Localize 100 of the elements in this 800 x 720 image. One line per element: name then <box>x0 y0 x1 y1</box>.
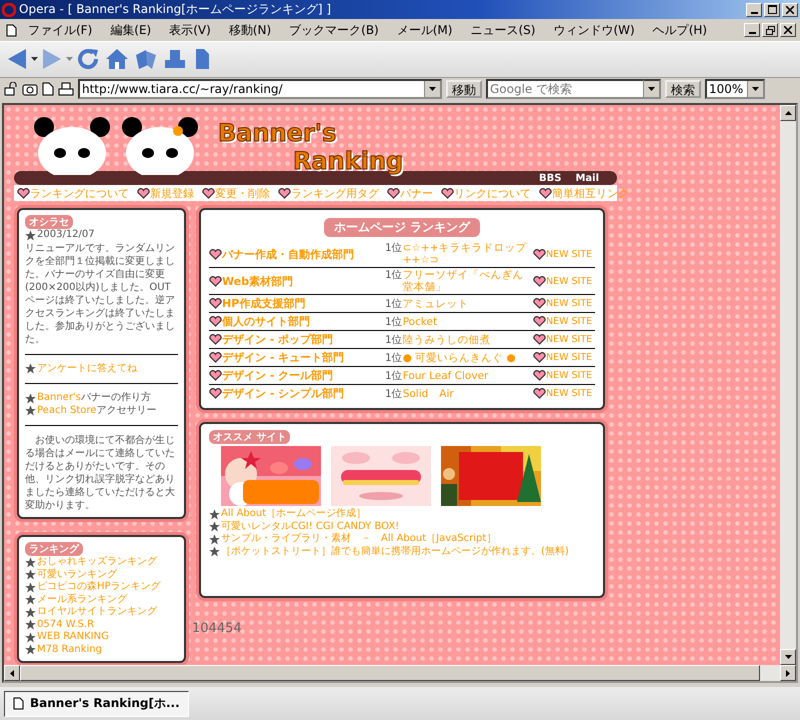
star-icon <box>209 521 220 532</box>
site-link[interactable]: 可愛いレンタルCGI! CGI CANDY BOX! <box>221 520 400 533</box>
notice-text: リニューアルです。ランダムリンクを全部門１位掲載に変更しました。バナーのサイズ自由に変更(200×200以内)しました。OUTページは終了いたしました。逆アクセスランキングは終了いたしました。参加ありがとうございました。 <box>25 242 176 346</box>
ranking-link[interactable]: ピコピコの森HPランキング <box>37 581 161 594</box>
close-button[interactable] <box>782 2 798 17</box>
heart-icon <box>533 370 546 381</box>
site-link[interactable]: ● 可愛いらんきんぐ ● <box>402 352 516 364</box>
section-heading: オススメ サイト <box>209 430 290 444</box>
new-site-link[interactable]: NEW SITE <box>546 388 592 399</box>
star-icon <box>25 230 36 241</box>
vertical-scrollbar[interactable] <box>780 105 796 665</box>
site-link[interactable]: Four Leaf Clover <box>402 370 488 382</box>
site-link[interactable]: ［ポケットストリート］誰でも簡単に携帯用ホームページが作れます。(無料) <box>221 546 569 558</box>
back-arrow-icon <box>6 47 28 72</box>
caret-icon[interactable] <box>31 57 38 62</box>
right-arrow-icon <box>786 670 790 676</box>
heart-icon <box>209 334 222 345</box>
go-button[interactable]: 移動 <box>446 80 482 98</box>
search-field[interactable]: Google で検索 <box>486 79 643 100</box>
new-site-link[interactable]: NEW SITE <box>546 298 592 309</box>
header-link[interactable]: BBS <box>538 172 562 184</box>
site-link[interactable]: Solid Air <box>402 388 454 400</box>
nav-link[interactable]: 変更・削除 <box>215 186 270 200</box>
rank-label: 1位 <box>385 298 403 310</box>
menu-item[interactable]: ブックマーク(B) <box>282 20 386 40</box>
menu-item[interactable]: 表示(V) <box>162 20 218 40</box>
menu-item[interactable]: メール(M) <box>390 20 460 40</box>
ranking-link[interactable]: おしゃれキッズランキング <box>37 556 157 568</box>
category-label: デザイン - クール部門 <box>222 368 334 383</box>
site-link[interactable]: All About［ホームページ作成］ <box>221 508 366 520</box>
site-link[interactable]: ⊂☆++キラキラドロップ++☆⊃ <box>402 242 533 266</box>
rank-label: 1位 <box>385 352 403 364</box>
menu-item[interactable]: ヘルプ(H) <box>646 20 714 40</box>
restore-button[interactable] <box>762 23 778 38</box>
minimize-button[interactable] <box>744 23 760 38</box>
ranking-link[interactable]: メール系ランキング <box>37 594 127 606</box>
camera-icon[interactable] <box>22 82 38 96</box>
site-link[interactable]: サンプル・ライブラリ・素材 － All About［JavaScript］ <box>221 533 496 546</box>
ranking-link[interactable]: M78 Ranking <box>37 644 102 656</box>
ranking-link[interactable]: WEB RANKING <box>37 631 109 644</box>
link[interactable]: Banner's <box>37 392 81 404</box>
page-tab[interactable]: Banner's Ranking[ホ... <box>4 690 189 716</box>
address-field[interactable]: http://www.tiara.cc/~ray/ranking/ <box>78 79 442 100</box>
new-site-link[interactable]: NEW SITE <box>546 316 592 327</box>
new-site-link[interactable]: NEW SITE <box>546 352 592 363</box>
survey-link[interactable]: アンケートに答えてね <box>37 362 137 375</box>
link[interactable]: Peach Store <box>37 404 96 417</box>
heart-icon <box>278 188 291 198</box>
dropdown-button[interactable] <box>643 79 661 100</box>
lock-icon[interactable] <box>4 82 18 96</box>
up-arrow-icon <box>784 111 792 115</box>
ranking-link[interactable]: ロイヤルサイトランキング <box>37 606 157 618</box>
close-icon <box>784 26 792 34</box>
horizontal-scrollbar[interactable] <box>4 665 796 681</box>
maximize-button[interactable] <box>764 2 780 17</box>
new-site-link[interactable]: NEW SITE <box>546 334 592 345</box>
menu-item[interactable]: 移動(N) <box>222 20 278 40</box>
section-heading: オシラセ <box>25 215 73 229</box>
close-icon <box>786 6 794 14</box>
rank-label: 1位 <box>385 334 403 346</box>
menu-item[interactable]: 編集(E) <box>103 20 158 40</box>
header-link[interactable]: Mail <box>575 172 599 184</box>
new-site-link[interactable]: NEW SITE <box>546 248 592 260</box>
nav-link[interactable]: 新規登録 <box>150 186 194 200</box>
search-button[interactable]: 検索 <box>665 80 701 98</box>
star-icon <box>25 644 36 656</box>
site-link[interactable]: アミュレット <box>402 298 469 310</box>
rank-label: 1位 <box>385 316 403 328</box>
page-icon[interactable] <box>42 82 54 96</box>
category-label: デザイン - ポップ部門 <box>222 332 334 347</box>
nav-link[interactable]: ランキング用タグ <box>291 186 379 200</box>
dropdown-arrow-icon <box>752 87 759 92</box>
heart-icon <box>533 298 546 309</box>
star-icon <box>25 363 36 374</box>
menu-item[interactable]: ニュース(S) <box>463 20 542 40</box>
page-icon <box>13 697 24 710</box>
nav-link[interactable]: ランキングについて <box>30 186 129 200</box>
nav-link[interactable]: 簡単相互リンク <box>552 186 629 200</box>
site-link[interactable]: 陸うみうしの佃煮 <box>402 334 491 346</box>
site-link[interactable]: フリーソザイ「ぺんぎん堂本舗」 <box>402 269 533 293</box>
new-site-link[interactable]: NEW SITE <box>546 276 592 286</box>
heart-icon <box>209 298 222 309</box>
site-link[interactable]: Pocket <box>402 316 438 328</box>
opera-logo-icon <box>2 2 16 17</box>
menu-item[interactable]: ファイル(F) <box>21 20 100 40</box>
new-site-link[interactable]: NEW SITE <box>546 370 592 381</box>
heart-icon <box>209 370 222 381</box>
star-icon <box>25 582 36 593</box>
heart-icon <box>533 352 546 363</box>
heart-icon <box>387 188 400 198</box>
nav-link[interactable]: バナー <box>400 186 433 200</box>
ranking-link[interactable]: 可愛いランキング <box>37 568 117 581</box>
minimize-button[interactable] <box>746 2 762 17</box>
nav-link[interactable]: リンクについて <box>454 186 531 200</box>
printer-icon[interactable] <box>58 82 74 96</box>
ranking-link[interactable]: 0574 W.S.R <box>37 618 94 631</box>
rank-label: 1位 <box>385 388 403 400</box>
menu-item[interactable]: ウィンドウ(W) <box>546 20 642 40</box>
zoom-dropdown[interactable]: 100% <box>705 79 765 100</box>
close-button[interactable] <box>780 23 796 38</box>
